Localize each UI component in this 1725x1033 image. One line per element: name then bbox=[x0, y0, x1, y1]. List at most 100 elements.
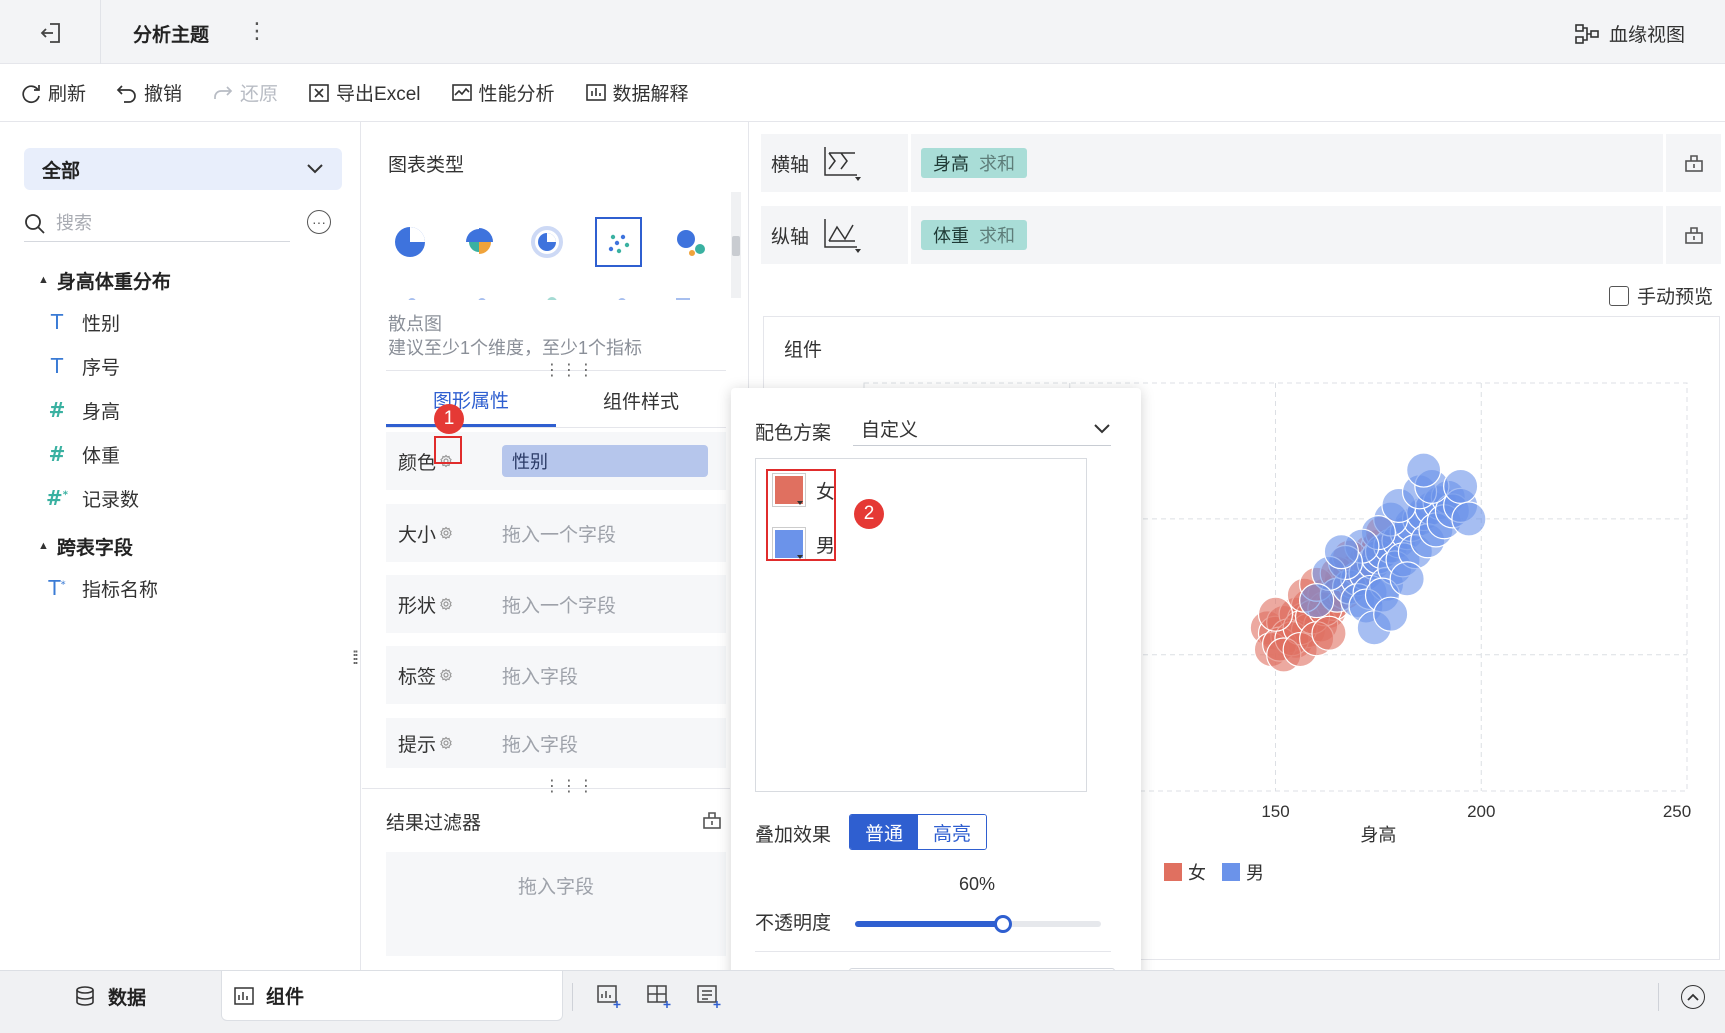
add-text-icon[interactable] bbox=[696, 983, 722, 1009]
x-axis-label: 横轴 bbox=[771, 154, 810, 176]
field-record-count[interactable]: #* 记录数 bbox=[0, 476, 361, 520]
field-metric-name[interactable]: T* 指标名称 bbox=[0, 566, 361, 610]
export-excel-button[interactable]: 导出Excel bbox=[308, 79, 421, 106]
lineage-label: 血缘视图 bbox=[1608, 25, 1685, 46]
refresh-button[interactable]: 刷新 bbox=[20, 79, 86, 106]
scatter-point bbox=[1451, 501, 1487, 537]
result-filter-dropzone[interactable]: 拖入字段 bbox=[386, 852, 726, 956]
manual-preview-checkbox[interactable] bbox=[1608, 285, 1629, 306]
bubble-chart-icon[interactable] bbox=[670, 220, 710, 264]
x-axis-icon[interactable] bbox=[821, 145, 862, 181]
scatter-point bbox=[1389, 561, 1425, 597]
legend-swatch bbox=[1164, 863, 1182, 881]
redo-button[interactable]: 还原 bbox=[212, 79, 278, 106]
undo-button[interactable]: 撤销 bbox=[116, 79, 182, 106]
chevron-down-icon bbox=[307, 164, 323, 174]
redo-label: 还原 bbox=[240, 84, 279, 105]
chart-types-scrollbar[interactable] bbox=[731, 192, 741, 298]
y-axis-icon[interactable] bbox=[821, 217, 862, 253]
group-height-weight[interactable]: ▲ 身高体重分布 bbox=[0, 260, 361, 300]
field-name: 身高 bbox=[82, 401, 121, 423]
overlay-normal-button[interactable]: 普通 bbox=[850, 815, 918, 849]
overlay-label: 叠加效果 bbox=[755, 825, 832, 846]
prop-tooltip[interactable]: 提示 拖入字段 bbox=[386, 718, 726, 768]
dataset-selector-label: 全部 bbox=[42, 160, 81, 182]
x-axis-row: 横轴 身高 求和 bbox=[761, 134, 1721, 192]
color-field-chip[interactable]: 性别 bbox=[502, 445, 708, 477]
component-tab[interactable]: 组件 bbox=[221, 971, 563, 1021]
text-type-icon: T bbox=[50, 310, 64, 334]
performance-button[interactable]: 性能分析 bbox=[451, 79, 555, 106]
section-resize-handle[interactable]: ⋮⋮⋮ bbox=[544, 776, 595, 796]
tab-graphic-properties[interactable]: 图形属性 bbox=[386, 374, 556, 427]
x-field-name: 身高 bbox=[933, 154, 969, 174]
manual-preview-label: 手动预览 bbox=[1636, 287, 1713, 308]
color-scheme-select[interactable]: 自定义 bbox=[853, 412, 1111, 446]
exit-icon[interactable] bbox=[38, 20, 64, 46]
x-axis-settings-icon[interactable] bbox=[1663, 134, 1721, 192]
legend-label: 女 bbox=[1188, 863, 1206, 883]
prop-label-field[interactable]: 标签 拖入字段 bbox=[386, 646, 726, 704]
annotation-badge-2: 2 bbox=[854, 499, 884, 529]
rose-chart-icon[interactable] bbox=[458, 220, 498, 264]
field-index[interactable]: T 序号 bbox=[0, 344, 361, 388]
y-axis-settings-icon[interactable] bbox=[1663, 206, 1721, 264]
more-options-icon[interactable]: ··· bbox=[307, 210, 331, 234]
field-gender[interactable]: T 性别 bbox=[0, 300, 361, 344]
lineage-view-button[interactable]: 血缘视图 bbox=[1575, 20, 1685, 47]
drop-placeholder: 拖入字段 bbox=[517, 877, 594, 898]
manual-preview-toggle[interactable]: 手动预览 bbox=[1608, 282, 1713, 309]
overlay-highlight-button[interactable]: 高亮 bbox=[918, 815, 986, 849]
collapse-up-icon[interactable] bbox=[1681, 985, 1705, 1009]
gear-icon[interactable] bbox=[439, 736, 453, 750]
y-axis-field-chip[interactable]: 体重 求和 bbox=[921, 220, 1027, 250]
scatter-chart-icon[interactable] bbox=[595, 217, 642, 267]
scatter-point bbox=[1257, 596, 1294, 632]
gear-icon[interactable] bbox=[439, 597, 453, 611]
donut-chart-icon[interactable] bbox=[527, 220, 567, 264]
chart-type-label: 图表类型 bbox=[388, 155, 465, 176]
performance-label: 性能分析 bbox=[478, 84, 555, 105]
gear-icon[interactable] bbox=[439, 668, 453, 682]
pie-chart-icon[interactable] bbox=[390, 220, 430, 264]
slider-handle[interactable] bbox=[993, 915, 1012, 933]
calc-number-type-icon: #* bbox=[46, 486, 68, 510]
number-type-icon: # bbox=[48, 442, 66, 466]
group-cross-table[interactable]: ▲ 跨表字段 bbox=[0, 526, 361, 566]
prop-shape[interactable]: 形状 拖入一个字段 bbox=[386, 575, 726, 633]
data-tab[interactable]: 数据 bbox=[74, 971, 146, 1021]
color-scheme-value: 自定义 bbox=[861, 420, 919, 441]
search-input[interactable] bbox=[56, 213, 266, 234]
prop-label: 提示 bbox=[398, 734, 437, 756]
divider bbox=[1658, 983, 1659, 1011]
bottom-bar: 数据 组件 bbox=[0, 970, 1725, 1033]
x-axis-field-chip[interactable]: 身高 求和 bbox=[921, 148, 1027, 178]
add-chart-icon[interactable] bbox=[596, 983, 622, 1009]
add-table-icon[interactable] bbox=[646, 983, 672, 1009]
color-mapping-list: 女 男 2 bbox=[755, 458, 1087, 792]
opacity-slider[interactable] bbox=[855, 915, 1101, 933]
field-panel: 全部 ··· ▲ 身高体重分布 T 性别 T 序号 # 身高 # 体重 #* 记录数 ▲ 跨表… bbox=[0, 122, 361, 970]
gear-icon[interactable] bbox=[439, 526, 453, 540]
field-height[interactable]: # 身高 bbox=[0, 388, 361, 432]
more-icon[interactable]: ⋮ bbox=[246, 18, 268, 44]
x-tick-label: 200 bbox=[1467, 802, 1495, 821]
prop-size[interactable]: 大小 拖入一个字段 bbox=[386, 504, 726, 562]
highlight-box-2 bbox=[766, 469, 836, 561]
dataset-selector[interactable]: 全部 bbox=[24, 148, 342, 190]
lineage-icon bbox=[1575, 23, 1599, 44]
data-explain-button[interactable]: 数据解释 bbox=[585, 79, 689, 106]
excel-icon bbox=[309, 83, 329, 102]
filter-settings-icon[interactable] bbox=[702, 810, 722, 830]
result-filter-title: 结果过滤器 bbox=[386, 813, 482, 834]
tab-component-style[interactable]: 组件样式 bbox=[556, 374, 726, 427]
panel-resize-handle[interactable]: ⁞⁞ bbox=[352, 649, 362, 667]
color-settings-popup: 配色方案 自定义 女 男 2 叠加效果 普通 高亮 60% 不透明度 边框 自动 bbox=[731, 388, 1141, 1033]
field-weight[interactable]: # 体重 bbox=[0, 432, 361, 476]
legend-swatch bbox=[1222, 863, 1240, 881]
undo-icon bbox=[116, 84, 136, 103]
scatter-point bbox=[1443, 468, 1479, 504]
legend-label: 男 bbox=[1246, 863, 1264, 883]
chart-type-name: 散点图 bbox=[388, 314, 442, 334]
collapse-icon: ▲ bbox=[38, 540, 49, 552]
